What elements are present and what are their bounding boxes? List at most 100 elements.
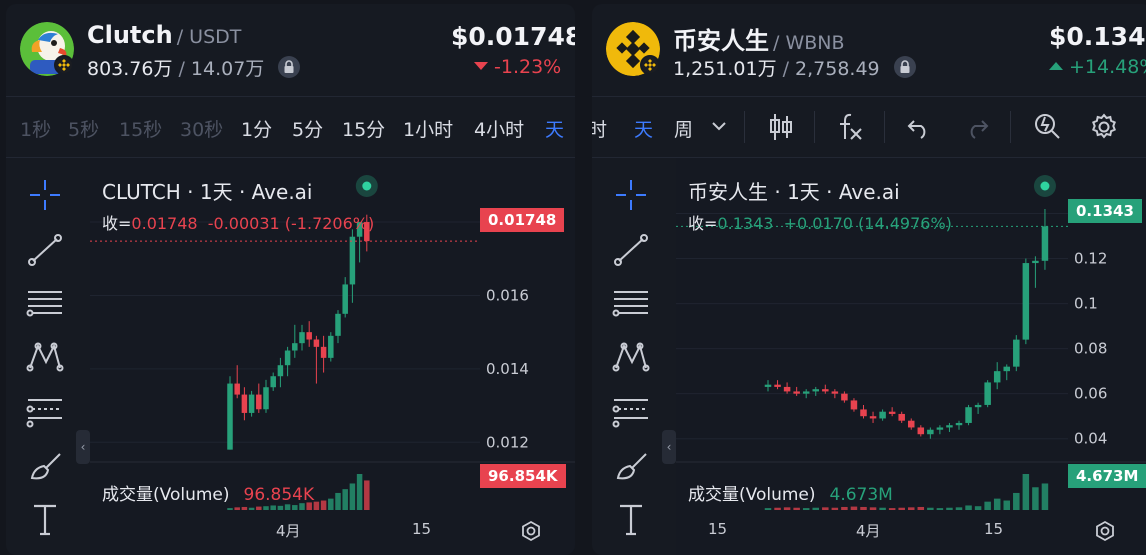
timeframe-9[interactable]: 天 <box>545 115 564 142</box>
timeframe-1[interactable]: 5秒 <box>68 115 99 142</box>
candle-body <box>320 346 327 358</box>
market-cap: 803.76万 <box>87 58 173 80</box>
last-price-tag: 0.1343 <box>1068 199 1142 223</box>
volume-bar <box>248 507 255 510</box>
token-name[interactable]: 币安人生 / WBNB <box>673 21 845 56</box>
lock-icon[interactable] <box>893 56 916 78</box>
candle-body <box>1013 339 1020 367</box>
volume-bar <box>774 507 781 510</box>
volume-legend: 成交量(Volume) 96.854K <box>102 480 314 505</box>
timeframe-5[interactable]: 5分 <box>292 115 323 142</box>
volume-bar <box>342 489 348 510</box>
price-change-value: +14.48% <box>1069 56 1146 78</box>
candle-body <box>292 343 298 351</box>
timeframe-2[interactable]: 15秒 <box>119 115 162 142</box>
candle-body <box>927 429 934 435</box>
candle-body <box>248 394 255 413</box>
volume-bar <box>974 506 982 510</box>
volume-bar <box>356 474 363 510</box>
token-name[interactable]: Clutch / USDT <box>87 21 241 49</box>
candle-body <box>946 425 953 428</box>
token-header: Clutch / USDT 803.76万/14.07万 $0.01748 -1.… <box>6 4 575 94</box>
timeframe-7[interactable]: 1小时 <box>403 115 453 142</box>
candle-body <box>812 389 819 392</box>
volume-bar <box>277 505 284 510</box>
y-tick-label: 0.12 <box>1074 250 1107 268</box>
redo-icon[interactable] <box>964 115 990 139</box>
candle-body <box>241 394 248 413</box>
volume-bar <box>917 506 925 510</box>
pattern-tool-icon[interactable] <box>610 338 652 376</box>
candle-body <box>263 387 269 410</box>
candle-body <box>860 409 867 417</box>
pattern-tool-icon[interactable] <box>24 338 66 376</box>
drawing-tools <box>6 156 84 555</box>
candle-body <box>764 384 772 387</box>
candle-type-icon[interactable] <box>767 112 795 142</box>
candle-body <box>802 391 810 394</box>
volume-bar <box>1003 500 1010 510</box>
text-tool-icon[interactable] <box>610 500 652 538</box>
timeframe-1[interactable]: 天 <box>634 115 653 142</box>
candle-body <box>256 394 262 410</box>
fib-retracement-icon[interactable] <box>610 392 652 430</box>
volume-bar <box>263 506 269 510</box>
volume-bar <box>927 507 934 510</box>
collapse-toolbar-button[interactable]: ‹ <box>662 430 676 464</box>
timeframe-6[interactable]: 15分 <box>342 115 385 142</box>
fib-retracement-icon[interactable] <box>24 392 66 430</box>
brush-icon[interactable] <box>24 446 66 484</box>
candle-body <box>299 332 305 344</box>
collapse-toolbar-button[interactable]: ‹ <box>76 430 90 464</box>
price-chart[interactable]: 0.140.120.10.080.060.04 币安人生 · 1天 · Ave.… <box>676 158 1146 555</box>
crosshair-icon[interactable] <box>610 176 652 214</box>
volume-bar <box>270 505 276 510</box>
alert-magnifier-icon[interactable] <box>1032 111 1062 143</box>
timeframe-3[interactable]: 30秒 <box>180 115 223 142</box>
timeframe-2[interactable]: 周 <box>674 115 693 142</box>
timeframe-8[interactable]: 4小时 <box>474 115 524 142</box>
current-price: $0.01748 <box>451 22 575 51</box>
chart-settings-icon[interactable] <box>1094 520 1116 542</box>
trend-line-icon[interactable] <box>610 231 652 269</box>
volume-bar <box>313 501 320 510</box>
indicators-fx-icon[interactable] <box>835 111 865 143</box>
volume-bar <box>335 492 341 510</box>
chart-settings-icon[interactable] <box>520 520 542 542</box>
price-change-value: -1.23% <box>494 56 562 78</box>
candle-body <box>774 384 781 387</box>
timeframe-0[interactable]: 1秒 <box>20 115 51 142</box>
candle-body <box>270 376 276 388</box>
trend-line-icon[interactable] <box>24 231 66 269</box>
timeframe-4[interactable]: 1分 <box>241 115 272 142</box>
y-tick-label: 0.016 <box>486 286 529 304</box>
candle-body <box>1022 263 1030 340</box>
price-chart[interactable]: 0.0180.0160.0140.012 CLUTCH · 1天 · Ave.a… <box>90 158 575 555</box>
chain-badge-icon <box>54 55 74 75</box>
x-axis-label: 4月 <box>276 522 301 540</box>
volume-bar <box>1032 487 1039 510</box>
text-tool-icon[interactable] <box>24 500 66 538</box>
lock-icon[interactable] <box>278 56 301 78</box>
volume-bar <box>320 500 327 510</box>
horizontal-lines-icon[interactable] <box>24 284 66 322</box>
volume-bar <box>965 505 972 510</box>
settings-gear-icon[interactable] <box>1089 112 1119 142</box>
volume-bar <box>364 480 370 510</box>
brush-icon[interactable] <box>610 446 652 484</box>
chevron-down-icon[interactable] <box>710 117 728 135</box>
volume-bar <box>328 498 334 510</box>
crosshair-icon[interactable] <box>24 176 66 214</box>
volume-bar <box>241 506 248 510</box>
timeframe-0[interactable]: 时 <box>592 115 607 142</box>
volume-bar <box>1022 474 1030 510</box>
candle-body <box>888 411 896 414</box>
undo-icon[interactable] <box>906 115 932 139</box>
horizontal-lines-icon[interactable] <box>610 284 652 322</box>
candle-body <box>234 383 240 395</box>
volume-price-tag: 96.854K <box>480 464 566 488</box>
candle-body <box>328 335 334 358</box>
volume-bar <box>936 508 944 510</box>
current-price: $0.1343 <box>1049 22 1146 51</box>
chevron-left-icon: ‹ <box>80 440 86 454</box>
